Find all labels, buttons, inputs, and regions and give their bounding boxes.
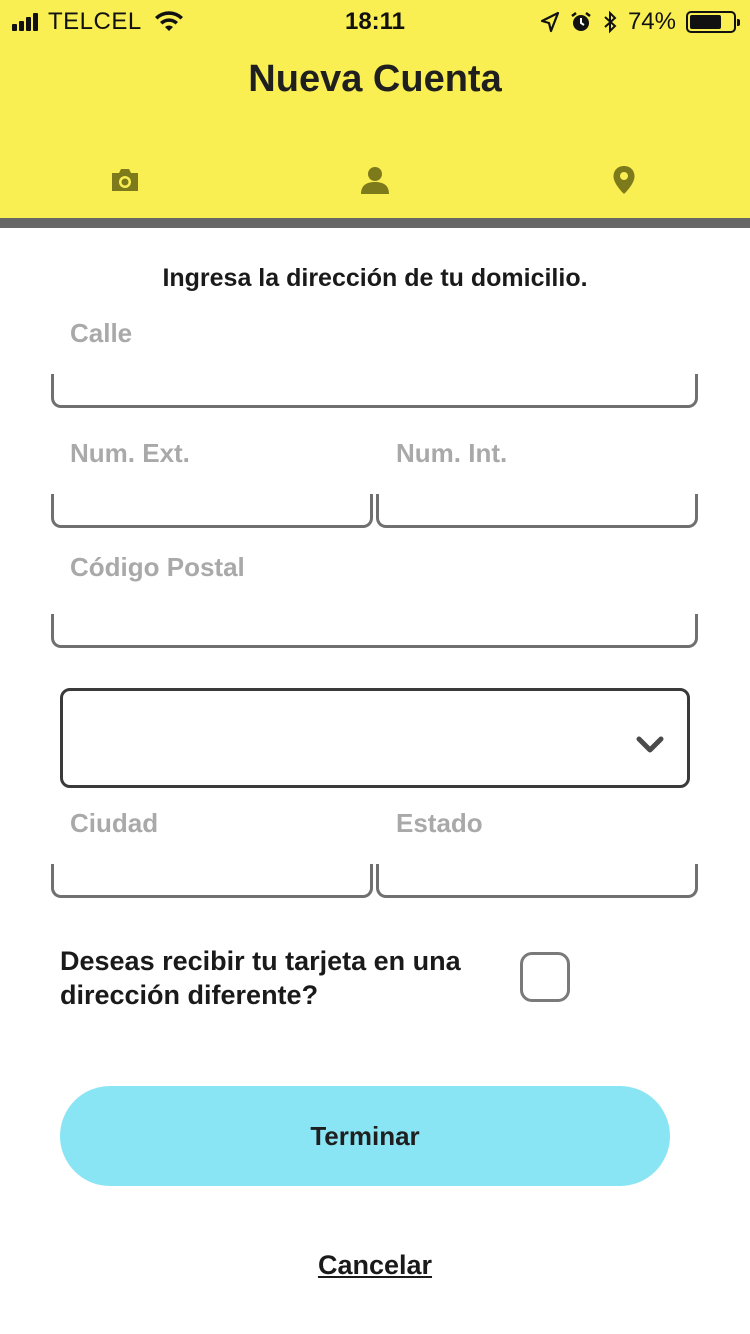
location-arrow-icon <box>540 11 560 33</box>
codigo-postal-input[interactable] <box>72 614 677 642</box>
header: TELCEL 18:11 74% Nueva Cuenta <box>0 0 750 218</box>
chevron-down-icon <box>636 736 664 753</box>
terminar-button[interactable]: Terminar <box>60 1086 670 1186</box>
camera-icon <box>112 169 138 191</box>
calle-input[interactable] <box>72 374 677 402</box>
page-title: Nueva Cuenta <box>248 58 502 100</box>
codigo-postal-field[interactable] <box>51 614 698 648</box>
ciudad-field[interactable] <box>51 864 373 898</box>
cancel-link[interactable]: Cancelar <box>0 1250 750 1281</box>
different-address-checkbox[interactable] <box>520 952 570 1002</box>
num-int-input[interactable] <box>397 494 677 522</box>
estado-label: Estado <box>396 808 483 838</box>
tab-personal[interactable] <box>355 160 395 200</box>
status-bar: TELCEL 18:11 74% <box>0 0 750 42</box>
num-int-field[interactable] <box>376 494 698 528</box>
codigo-postal-label: Código Postal <box>70 552 245 582</box>
ciudad-input[interactable] <box>72 864 352 892</box>
calle-label: Calle <box>70 318 133 348</box>
battery-percentage: 74% <box>627 8 676 35</box>
step-tabs <box>0 160 750 200</box>
num-ext-input[interactable] <box>72 494 352 522</box>
battery-icon <box>686 11 740 33</box>
tab-address[interactable] <box>604 160 644 200</box>
colonia-select[interactable] <box>60 688 690 788</box>
bluetooth-icon <box>604 10 617 34</box>
num-ext-field[interactable] <box>51 494 373 528</box>
tab-progress-bar <box>0 218 750 228</box>
person-icon <box>361 167 389 194</box>
form-instruction: Ingresa la dirección de tu domicilio. <box>162 264 588 292</box>
calle-field[interactable] <box>51 374 698 408</box>
estado-input[interactable] <box>397 864 677 892</box>
num-int-label: Num. Int. <box>396 438 508 468</box>
battery-fill <box>690 15 722 29</box>
num-ext-label: Num. Ext. <box>70 438 190 468</box>
estado-field[interactable] <box>376 864 698 898</box>
tab-photo[interactable] <box>105 160 145 200</box>
ciudad-label: Ciudad <box>70 808 159 838</box>
status-bar-right: 74% <box>540 8 740 36</box>
location-pin-icon <box>613 166 635 194</box>
different-address-question: Deseas recibir tu tarjeta en una direcci… <box>60 946 461 1010</box>
alarm-icon <box>571 12 591 31</box>
